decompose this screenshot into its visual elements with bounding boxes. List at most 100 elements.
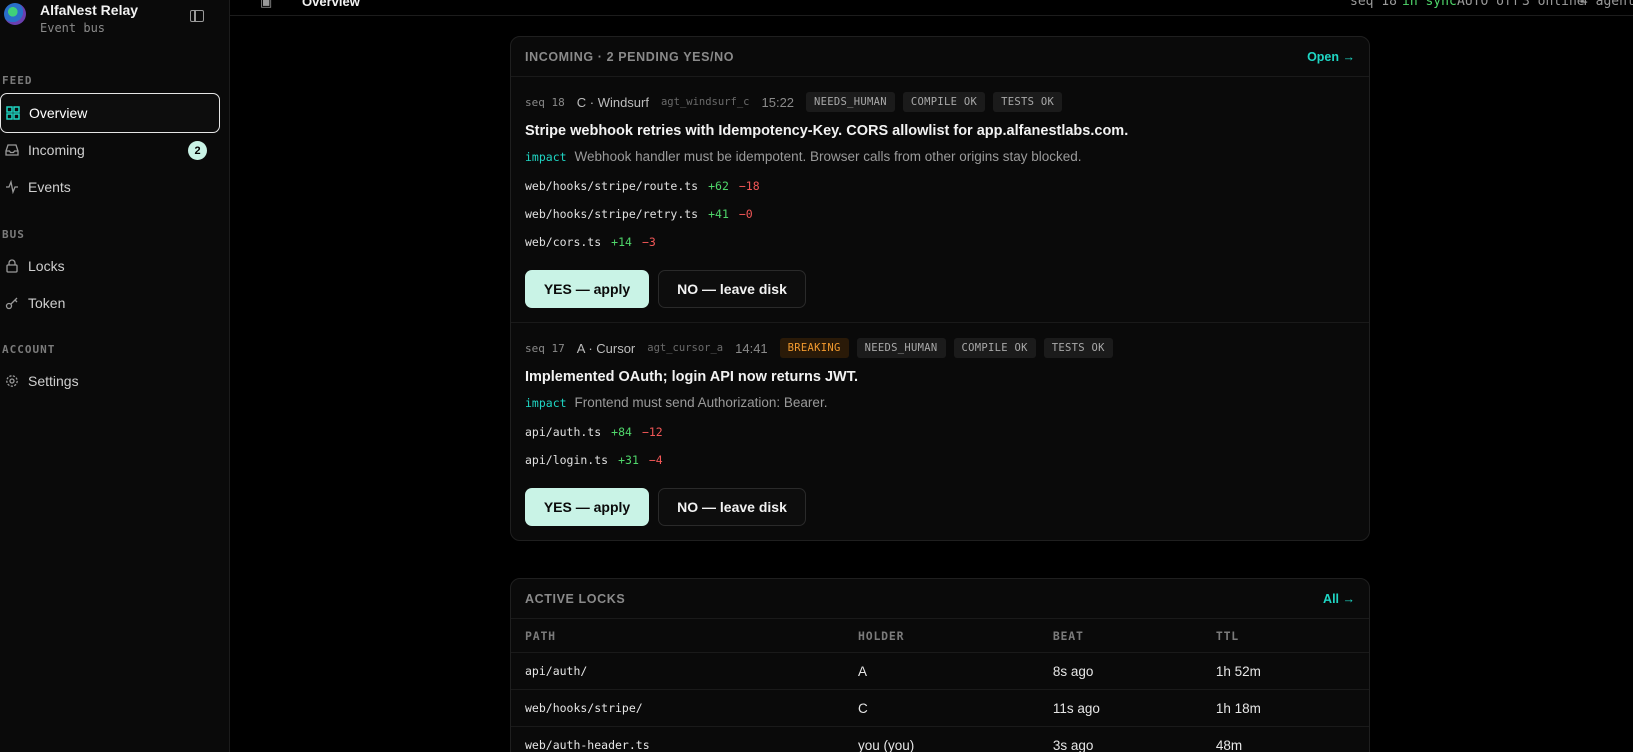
lock-path: web/auth-header.ts — [525, 738, 650, 752]
activity-icon — [4, 179, 20, 195]
no-leave-disk-button[interactable]: NO — leave disk — [658, 488, 806, 526]
file-diff: web/hooks/stripe/retry.ts +41 −0 — [525, 206, 1355, 222]
col-beat: BEAT — [1052, 628, 1084, 643]
sidebar-item-label: Overview — [29, 105, 88, 121]
lock-ttl: 1h 18m — [1215, 700, 1261, 716]
lock-holder: you (you) — [858, 737, 915, 752]
incoming-open-link[interactable]: Open → — [1307, 50, 1355, 64]
brand-logo — [4, 3, 26, 25]
event-agent: A · Cursor — [576, 340, 636, 356]
col-holder: HOLDER — [858, 628, 905, 643]
lock-holder: C — [858, 700, 868, 716]
lines-added: +31 — [618, 453, 639, 467]
lock-path: web/hooks/stripe/ — [525, 701, 643, 715]
sidebar-item-token[interactable]: Token — [0, 283, 220, 323]
tag-compile-ok: COMPILE OK — [902, 92, 986, 112]
file-path: api/login.ts — [525, 453, 609, 467]
lines-added: +62 — [708, 179, 729, 193]
brand-title: AlfaNest Relay — [40, 2, 139, 18]
topbar: ▣ Overview seq 18 in sync AUTO off 3 onl… — [230, 0, 1633, 16]
topbar-auto-mode[interactable]: AUTO off — [1457, 0, 1520, 9]
locks-all-link[interactable]: All → — [1323, 592, 1355, 606]
event-summary: Stripe webhook retries with Idempotency-… — [525, 123, 1129, 139]
sidebar-item-label: Incoming — [28, 142, 85, 158]
incoming-count-badge: 2 — [188, 141, 207, 160]
col-path: PATH — [525, 628, 556, 643]
file-diff: api/login.ts +31 −4 — [525, 452, 1355, 468]
sidebar-item-label: Events — [28, 179, 71, 195]
sidebar-item-label: Settings — [28, 373, 79, 389]
event-summary: Implemented OAuth; login API now returns… — [525, 369, 858, 385]
sidebar: AlfaNest Relay Event bus FEED Overview I… — [0, 0, 230, 752]
yes-apply-button[interactable]: YES — apply — [525, 488, 649, 526]
brand: AlfaNest Relay Event bus — [0, 0, 230, 44]
lines-removed: −18 — [738, 179, 760, 193]
sidebar-item-overview[interactable]: Overview — [0, 93, 220, 133]
event-item: seq 18 C · Windsurf agt_windsurf_c 15:22… — [511, 77, 1369, 323]
brand-subtitle: Event bus — [40, 21, 106, 35]
grid-icon — [5, 105, 21, 121]
file-diff: api/auth.ts +84 −12 — [525, 424, 1355, 440]
lines-added: +14 — [611, 235, 632, 249]
tag-breaking: BREAKING — [779, 338, 849, 358]
table-row[interactable]: web/hooks/stripe/ C 11s ago 1h 18m — [511, 690, 1369, 727]
lines-removed: −0 — [738, 207, 753, 221]
section-label-bus: BUS — [2, 228, 25, 241]
sidebar-item-label: Locks — [28, 258, 65, 274]
lock-beat: 11s ago — [1052, 700, 1100, 716]
topbar-agents-count: 4 agents — [1580, 0, 1633, 9]
locks-card-title: ACTIVE LOCKS — [525, 591, 626, 606]
table-row[interactable]: web/auth-header.ts you (you) 3s ago 48m — [511, 727, 1369, 752]
active-locks-card: ACTIVE LOCKS All → PATH HOLDER BEAT TTL … — [510, 578, 1370, 752]
sidebar-item-events[interactable]: Events — [0, 167, 220, 207]
sidebar-toggle-icon[interactable]: ▣ — [260, 0, 272, 10]
lines-removed: −4 — [648, 453, 663, 467]
lines-added: +84 — [611, 425, 632, 439]
event-impact: impact Frontend must send Authorization: … — [525, 395, 1355, 410]
col-ttl: TTL — [1215, 628, 1240, 643]
event-meta: seq 17 A · Cursor agt_cursor_a 14:41 BRE… — [525, 336, 1355, 360]
lock-beat: 8s ago — [1052, 663, 1094, 679]
event-agent: C · Windsurf — [576, 94, 649, 110]
event-time: 15:22 — [761, 94, 795, 110]
tag-tests-ok: TESTS OK — [993, 92, 1063, 112]
event-agent-id: agt_windsurf_c — [660, 96, 750, 108]
impact-text: Frontend must send Authorization: Bearer… — [574, 395, 828, 410]
lock-ttl: 48m — [1215, 737, 1243, 752]
topbar-sync-status: in sync — [1402, 0, 1457, 9]
sidebar-item-incoming[interactable]: Incoming 2 — [0, 130, 220, 170]
incoming-card: INCOMING · 2 PENDING YES/NO Open → seq 1… — [510, 36, 1370, 541]
gear-icon — [4, 373, 20, 389]
file-diff: web/cors.ts +14 −3 — [525, 234, 1355, 250]
file-path: web/hooks/stripe/route.ts — [525, 179, 699, 193]
lock-icon — [4, 258, 20, 274]
event-meta: seq 18 C · Windsurf agt_windsurf_c 15:22… — [525, 90, 1355, 114]
file-path: web/hooks/stripe/retry.ts — [525, 207, 699, 221]
file-path: api/auth.ts — [525, 425, 602, 439]
impact-text: Webhook handler must be idempotent. Brow… — [574, 149, 1082, 164]
sidebar-item-settings[interactable]: Settings — [0, 361, 220, 401]
topbar-seq: seq 18 — [1350, 0, 1397, 9]
lock-ttl: 1h 52m — [1215, 663, 1261, 679]
section-label-account: ACCOUNT — [2, 343, 56, 356]
impact-keyword: impact — [525, 150, 567, 164]
event-seq: seq 18 — [525, 95, 565, 109]
incoming-card-header: INCOMING · 2 PENDING YES/NO Open → — [511, 37, 1369, 77]
key-icon — [4, 295, 20, 311]
table-row[interactable]: api/auth/ A 8s ago 1h 52m — [511, 653, 1369, 690]
lock-holder: A — [858, 663, 868, 679]
page-title: Overview — [302, 0, 360, 9]
lines-added: +41 — [708, 207, 729, 221]
yes-apply-button[interactable]: YES — apply — [525, 270, 649, 308]
impact-keyword: impact — [525, 396, 567, 410]
event-seq: seq 17 — [525, 341, 565, 355]
incoming-card-title: INCOMING · 2 PENDING YES/NO — [525, 49, 735, 64]
tag-compile-ok: COMPILE OK — [953, 338, 1036, 358]
file-diff: web/hooks/stripe/route.ts +62 −18 — [525, 178, 1355, 194]
lock-path: api/auth/ — [525, 664, 588, 678]
tag-needs-human: NEEDS_HUMAN — [856, 338, 946, 358]
sidebar-toggle-icon[interactable] — [190, 10, 204, 22]
no-leave-disk-button[interactable]: NO — leave disk — [658, 270, 806, 308]
sidebar-item-locks[interactable]: Locks — [0, 246, 220, 286]
lines-removed: −3 — [641, 235, 656, 249]
